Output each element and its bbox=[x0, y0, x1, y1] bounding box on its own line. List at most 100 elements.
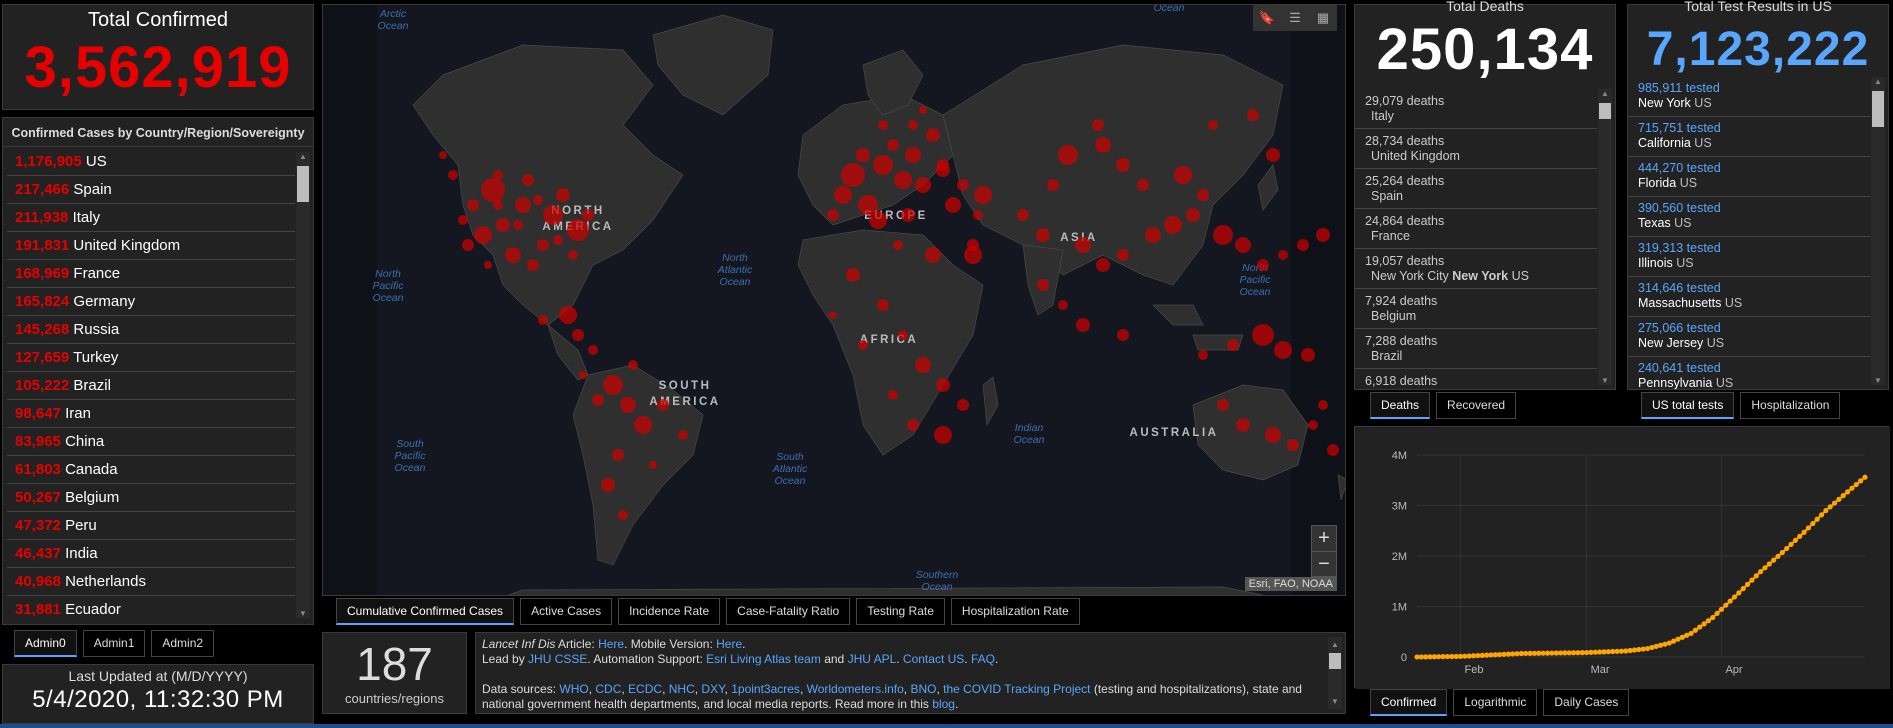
case-marker[interactable] bbox=[1075, 237, 1091, 253]
case-marker[interactable] bbox=[601, 478, 615, 492]
scroll-thumb[interactable] bbox=[297, 166, 309, 202]
data-point[interactable] bbox=[1710, 614, 1716, 621]
case-marker[interactable] bbox=[582, 209, 594, 221]
case-marker[interactable] bbox=[936, 378, 950, 392]
case-marker[interactable] bbox=[973, 210, 983, 220]
list-item[interactable]: 985,911 tested New York US bbox=[1628, 77, 1870, 117]
case-marker[interactable] bbox=[908, 120, 918, 130]
case-marker[interactable] bbox=[878, 120, 888, 130]
case-marker[interactable] bbox=[522, 174, 534, 186]
case-marker[interactable] bbox=[1047, 179, 1059, 191]
map-canvas[interactable]: Arctic Ocean North Pacific Ocean North Atlan… bbox=[323, 5, 1346, 596]
mobile-version-link[interactable]: Here bbox=[716, 637, 742, 651]
data-point[interactable] bbox=[1836, 496, 1842, 502]
case-marker[interactable] bbox=[1235, 237, 1251, 253]
source-link[interactable]: 1point3acres bbox=[731, 682, 800, 696]
list-item[interactable]: 47,372 Peru bbox=[7, 512, 295, 540]
data-point[interactable] bbox=[1697, 624, 1703, 630]
case-marker[interactable] bbox=[907, 419, 919, 431]
data-point[interactable] bbox=[1758, 569, 1764, 575]
list-item[interactable]: 390,560 tested Texas US bbox=[1628, 197, 1870, 237]
case-marker[interactable] bbox=[1036, 228, 1050, 242]
case-marker[interactable] bbox=[915, 357, 931, 373]
data-point[interactable] bbox=[1692, 627, 1698, 633]
data-point[interactable] bbox=[1814, 516, 1820, 522]
source-link[interactable]: the COVID Tracking Project bbox=[943, 682, 1090, 696]
case-marker[interactable] bbox=[957, 179, 969, 191]
case-marker[interactable] bbox=[1287, 439, 1299, 451]
case-marker[interactable] bbox=[567, 219, 589, 241]
case-marker[interactable] bbox=[1316, 228, 1330, 242]
scroll-thumb[interactable] bbox=[1329, 653, 1341, 669]
case-marker[interactable] bbox=[926, 128, 940, 142]
data-point[interactable] bbox=[1740, 586, 1746, 592]
list-item[interactable]: 275,066 tested New Jersey US bbox=[1628, 317, 1870, 357]
case-marker[interactable] bbox=[901, 208, 915, 222]
case-marker[interactable] bbox=[934, 426, 952, 444]
list-item[interactable]: 319,313 tested Illinois US bbox=[1628, 237, 1870, 277]
data-point[interactable] bbox=[1731, 594, 1738, 600]
list-item[interactable]: 61,803 Canada bbox=[7, 456, 295, 484]
case-marker[interactable] bbox=[869, 211, 887, 229]
list-item[interactable]: 1,176,905 US bbox=[7, 148, 295, 176]
case-marker[interactable] bbox=[1278, 250, 1288, 260]
data-point[interactable] bbox=[1849, 485, 1855, 491]
legend-icon[interactable]: ☰ bbox=[1281, 5, 1309, 31]
case-marker[interactable] bbox=[827, 209, 839, 221]
source-link[interactable]: NHC bbox=[669, 682, 695, 696]
data-point[interactable] bbox=[1845, 489, 1851, 495]
blog-link[interactable]: blog bbox=[932, 697, 955, 711]
case-marker[interactable] bbox=[1164, 216, 1182, 234]
case-marker[interactable] bbox=[493, 170, 503, 180]
source-link[interactable]: ECDC bbox=[628, 682, 662, 696]
tab-logarithmic[interactable]: Logarithmic bbox=[1453, 689, 1538, 716]
case-marker[interactable] bbox=[1247, 109, 1259, 121]
case-marker[interactable] bbox=[1208, 120, 1218, 130]
case-marker[interactable] bbox=[964, 246, 982, 264]
tests-scrollbar[interactable]: ▲ ▼ bbox=[1871, 77, 1885, 385]
case-marker[interactable] bbox=[1058, 145, 1078, 165]
list-item[interactable]: 165,824 Germany bbox=[7, 288, 295, 316]
case-marker[interactable] bbox=[439, 151, 447, 159]
case-marker[interactable] bbox=[1117, 329, 1129, 341]
case-marker[interactable] bbox=[543, 205, 563, 225]
world-map[interactable]: Arctic Ocean North Pacific Ocean North Atlan… bbox=[322, 4, 1346, 596]
bookmark-icon[interactable]: 🔖 bbox=[1253, 5, 1281, 31]
list-item[interactable]: 25,264 deaths Spain bbox=[1355, 169, 1597, 209]
case-marker[interactable] bbox=[873, 155, 893, 175]
data-point[interactable] bbox=[1718, 606, 1725, 612]
case-marker[interactable] bbox=[846, 268, 860, 282]
data-point[interactable] bbox=[1792, 537, 1799, 543]
case-marker[interactable] bbox=[513, 220, 523, 230]
scroll-down-icon[interactable]: ▼ bbox=[1598, 376, 1612, 385]
case-marker[interactable] bbox=[496, 218, 510, 232]
list-item[interactable]: 444,270 tested Florida US bbox=[1628, 157, 1870, 197]
case-marker[interactable] bbox=[592, 394, 604, 406]
case-marker[interactable] bbox=[678, 430, 688, 440]
case-marker[interactable] bbox=[1197, 189, 1209, 201]
tab-admin2[interactable]: Admin2 bbox=[151, 630, 215, 657]
data-point[interactable] bbox=[1858, 478, 1864, 484]
data-point[interactable] bbox=[1801, 529, 1807, 535]
country-list-scrollbar[interactable]: ▲ ▼ bbox=[296, 152, 310, 618]
case-marker[interactable] bbox=[484, 261, 492, 269]
data-point[interactable] bbox=[1701, 621, 1707, 627]
data-point[interactable] bbox=[1749, 577, 1755, 583]
tab-admin1[interactable]: Admin1 bbox=[82, 630, 146, 657]
data-point[interactable] bbox=[1723, 602, 1729, 608]
data-point[interactable] bbox=[1862, 474, 1868, 480]
case-marker[interactable] bbox=[1145, 227, 1161, 243]
case-marker[interactable] bbox=[856, 148, 870, 162]
case-marker[interactable] bbox=[448, 170, 458, 180]
case-marker[interactable] bbox=[1257, 259, 1269, 271]
case-marker[interactable] bbox=[603, 375, 623, 395]
list-item[interactable]: 98,647 Iran bbox=[7, 400, 295, 428]
case-marker[interactable] bbox=[527, 259, 539, 271]
case-marker[interactable] bbox=[893, 240, 903, 250]
case-marker[interactable] bbox=[1095, 137, 1111, 153]
case-marker[interactable] bbox=[553, 235, 563, 245]
case-marker[interactable] bbox=[1174, 166, 1192, 184]
case-marker[interactable] bbox=[1252, 324, 1274, 346]
case-marker[interactable] bbox=[537, 239, 549, 251]
case-marker[interactable] bbox=[841, 163, 865, 187]
